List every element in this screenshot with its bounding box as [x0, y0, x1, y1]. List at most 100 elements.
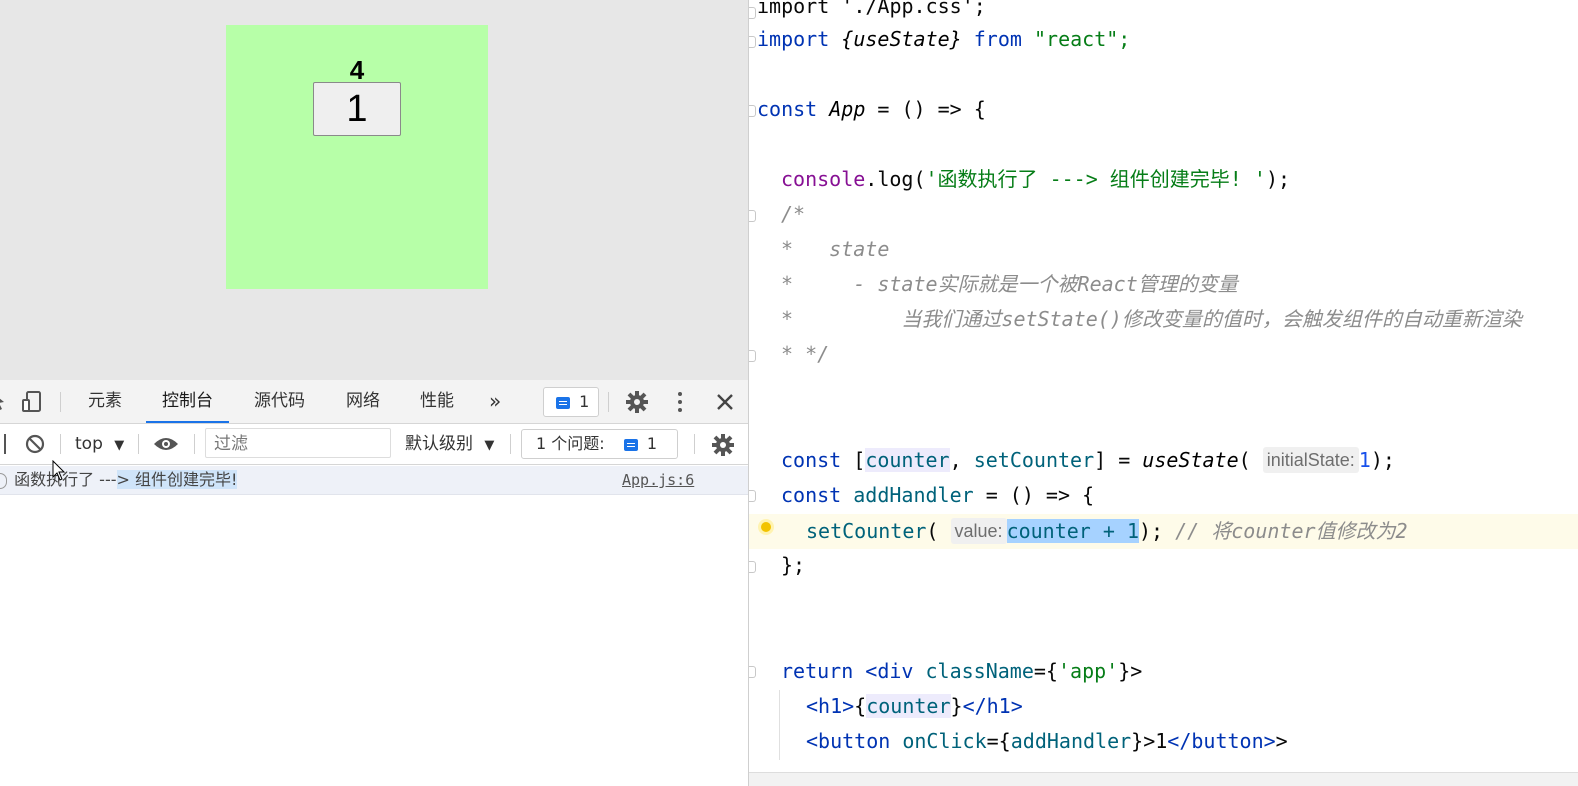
token: </button>	[1167, 729, 1276, 753]
token: <h1>	[806, 694, 855, 718]
code-editor[interactable]: import './App.css'; import {useState} fr…	[748, 0, 1578, 786]
counter-heading: 4	[349, 55, 365, 85]
more-options-icon[interactable]	[672, 390, 688, 414]
divider	[694, 434, 695, 454]
console-log-entry: 函数执行了 ---> 组件创建完毕! App.js:6	[0, 466, 748, 495]
tab-performance[interactable]: 性能	[420, 380, 454, 423]
tab-sources[interactable]: 源代码	[254, 380, 305, 423]
token: useState	[1142, 448, 1239, 472]
context-label: top	[75, 434, 103, 454]
token: addHandler	[853, 483, 974, 507]
token: setCounter	[806, 519, 927, 543]
eye-icon[interactable]	[153, 435, 179, 453]
token: );	[1265, 167, 1291, 191]
token: <div	[865, 659, 914, 683]
token: 1	[1155, 729, 1168, 753]
issues-badge-count: 1	[579, 392, 590, 411]
sidebar-toggle[interactable]	[4, 434, 6, 454]
token: from	[973, 27, 1022, 51]
issues-badge[interactable]: 1	[543, 387, 599, 417]
token: addHandler	[1010, 729, 1132, 753]
token: const	[781, 483, 842, 507]
tab-elements[interactable]: 元素	[88, 380, 122, 423]
dropdown-arrow-icon: ▼	[484, 438, 495, 453]
app-container: 4 1	[226, 25, 488, 289]
token: = () => {	[865, 97, 986, 121]
token: return	[781, 659, 854, 683]
log-level-selector[interactable]: 默认级别 ▼	[405, 424, 494, 464]
tab-console[interactable]: 控制台	[146, 380, 229, 423]
selected-text: counter + 1	[1006, 519, 1140, 543]
console-settings-icon[interactable]	[711, 433, 735, 457]
token: counter	[866, 694, 951, 718]
token: const	[781, 448, 842, 472]
context-selector[interactable]: top ▼	[75, 424, 124, 464]
console-toolbar: top ▼ 过滤 默认级别 ▼ 1 个问题: 1	[0, 424, 748, 465]
code-line-app: const App = () => {	[749, 92, 1578, 127]
divider	[510, 434, 511, 454]
divider	[138, 434, 139, 454]
token: </h1>	[962, 694, 1023, 718]
token: counter	[865, 448, 950, 472]
filter-input[interactable]: 过滤	[205, 428, 391, 458]
token: <button	[806, 729, 891, 753]
log-level-label: 默认级别	[405, 434, 473, 454]
issues-button[interactable]: 1 个问题: 1	[521, 429, 678, 459]
token: App	[829, 97, 866, 121]
token: // 将counter值修改为2	[1175, 519, 1408, 543]
comment-line: * state	[781, 237, 890, 261]
token: 1	[1358, 448, 1371, 472]
token: onClick	[902, 729, 987, 753]
close-icon[interactable]	[715, 392, 735, 412]
clear-console-icon[interactable]	[24, 433, 46, 455]
device-toolbar-icon[interactable]	[20, 390, 44, 414]
comment-line: * - state实际就是一个被React管理的变量	[781, 272, 1238, 296]
divider	[60, 434, 61, 454]
browser-viewport: 4 1	[0, 0, 748, 380]
code-line-setcounter: setCounter( value: counter + 1); // 将coun…	[806, 518, 1408, 544]
token: import	[757, 27, 830, 51]
mouse-cursor-icon	[52, 460, 66, 481]
comment-line: * 当我们通过setState()修改变量的值时，会触发组件的自动重新渲染	[781, 307, 1522, 331]
devtools-tab-bar: 元素 控制台 源代码 网络 性能 » 1	[0, 380, 748, 424]
inspect-element-icon[interactable]	[0, 392, 6, 412]
token: const	[757, 97, 818, 121]
divider	[60, 392, 61, 412]
code-line-2: import {useState} from "react";	[749, 22, 1578, 57]
log-source-link[interactable]: App.js:6	[622, 466, 694, 494]
divider	[194, 434, 195, 454]
code-line-return: return <div className={'app'}>	[781, 659, 1143, 683]
editor-status-strip	[749, 772, 1578, 786]
code-line-close: };	[781, 553, 806, 577]
token: console	[781, 167, 866, 191]
token: className	[925, 659, 1034, 683]
code-line-1: import './App.css';	[757, 0, 986, 18]
token: .log(	[865, 167, 926, 191]
divider	[608, 392, 609, 412]
log-message-highlight: > 组件创建完毕!	[116, 470, 238, 489]
token: "react";	[1033, 27, 1131, 51]
log-info-icon	[0, 472, 7, 489]
code-line-button: <button onClick={addHandler}>1</button>>	[806, 729, 1288, 753]
token: '函数执行了 ---> 组件创建完毕! '	[925, 167, 1266, 191]
more-tabs-button[interactable]: »	[489, 380, 501, 423]
code-line-h1: <h1>{counter}</h1>	[806, 694, 1023, 718]
tab-network[interactable]: 网络	[346, 380, 380, 423]
token: = () => {	[973, 483, 1095, 507]
token: 'app'	[1057, 659, 1119, 683]
increment-button[interactable]: 1	[313, 82, 401, 136]
message-icon	[623, 438, 638, 451]
token: {useState}	[841, 27, 962, 51]
settings-icon[interactable]	[625, 390, 649, 414]
parameter-hint: value:	[950, 518, 1007, 544]
devtools-panel: 元素 控制台 源代码 网络 性能 » 1 top ▼ 过滤 默认级别 ▼ 1 个…	[0, 380, 748, 786]
comment-line: * */	[781, 342, 830, 366]
parameter-hint: initialState:	[1262, 447, 1359, 473]
code-line-console: console.log('函数执行了 ---> 组件创建完毕! ');	[749, 162, 1578, 197]
code-line-usestate: const [counter, setCounter] = useState( …	[781, 447, 1395, 473]
message-icon	[556, 396, 570, 409]
comment-line: /*	[781, 202, 806, 226]
issues-label: 1 个问题:	[536, 434, 605, 453]
dropdown-arrow-icon: ▼	[114, 438, 125, 453]
issues-count: 1	[646, 434, 658, 453]
